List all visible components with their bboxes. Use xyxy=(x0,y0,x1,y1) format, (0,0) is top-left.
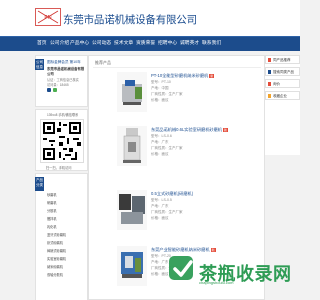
product-model: 型号：LS-0.5 xyxy=(151,198,172,202)
qr-code-icon xyxy=(40,119,84,163)
visit-count: 访问量：18465 xyxy=(47,83,69,87)
category-item[interactable]: 纳米砂磨机 xyxy=(47,264,63,269)
category-item[interactable]: 研磨机 xyxy=(47,200,57,205)
product-price: 价格：面议 xyxy=(151,98,169,102)
right-item[interactable]: 搜索同类产品 xyxy=(265,67,300,76)
product-model: 型号：LS-0.6 xyxy=(151,134,172,138)
product-card[interactable]: 0.5立式砂磨机(研磨机) 型号：LS-0.5 产地：广东 厂商性质：生产厂家 … xyxy=(117,190,261,235)
nav-about[interactable]: 公司介绍 xyxy=(50,37,69,51)
wechat-icon xyxy=(53,88,57,92)
watermark-subtext: chapingshoulu.com xyxy=(199,280,234,285)
right-item[interactable]: 收藏企业 xyxy=(265,91,300,100)
category-item[interactable]: 实验室砂磨机 xyxy=(47,256,66,261)
product-image[interactable] xyxy=(117,72,147,112)
nav-news[interactable]: 公司动态 xyxy=(92,37,111,51)
nav-contact[interactable]: 联系我们 xyxy=(202,37,221,51)
product-image[interactable] xyxy=(117,190,147,230)
company-logo-icon[interactable]: PN xyxy=(35,8,61,26)
product-price: 价格：面议 xyxy=(151,216,169,220)
product-card[interactable]: PT-10全能型砂磨机纳米砂磨机新 型号：PT-10 产地：中国 厂商性质：生产… xyxy=(117,72,261,117)
new-badge: 新 xyxy=(222,128,228,132)
category-item[interactable]: 蓝牙式砂磨机 xyxy=(47,232,66,237)
right-panel: 同产品推荐 搜索同类产品 询价 收藏企业 xyxy=(265,55,300,155)
svg-text:PN: PN xyxy=(44,15,52,21)
star-icon xyxy=(268,94,271,98)
nav-recruit[interactable]: 招聘中心 xyxy=(158,37,177,51)
search-icon xyxy=(268,70,271,74)
product-model: 型号：PT-10 xyxy=(151,80,171,84)
nav-honors[interactable]: 资质荣誉 xyxy=(136,37,155,51)
company-name: 东莞市品诺机械设备有限公司 xyxy=(63,14,197,26)
company-info-box: 公司信息 图标金牌会员 第10年 东莞市品诺机械设备有限 公司 认证：工商信息已… xyxy=(35,55,88,107)
site-header: PN 东莞市品诺机械设备有限公司 xyxy=(0,0,300,36)
right-item[interactable]: 询价 xyxy=(265,79,300,88)
product-price: 价格：面议 xyxy=(151,152,169,156)
right-item[interactable]: 同产品推荐 xyxy=(265,55,300,64)
category-item[interactable]: 乳化机 xyxy=(47,224,57,229)
product-name[interactable]: 0.5立式砂磨机(研磨机) xyxy=(151,191,193,197)
category-item[interactable]: 双轴分散机 xyxy=(47,272,63,277)
sidebar: 公司信息 图标金牌会员 第10年 东莞市品诺机械设备有限 公司 认证：工商信息已… xyxy=(35,55,88,300)
category-item[interactable]: 砂磨机 xyxy=(47,192,57,197)
product-category-tab: 产品分类 xyxy=(35,177,44,191)
product-vendor-type: 厂商性质：生产厂家 xyxy=(151,210,183,214)
product-image[interactable] xyxy=(117,246,147,286)
scan-tip: 扫一扫，手机访问 xyxy=(46,166,72,170)
divider xyxy=(93,67,261,68)
product-vendor-type: 厂商性质：生产厂家 xyxy=(151,92,183,96)
product-name[interactable]: 东莞品诺机械0.6L实验室研磨机砂磨机新 xyxy=(151,127,228,133)
product-card[interactable]: 东莞品诺机械0.6L实验室研磨机砂磨机新 型号：LS-0.6 产地：广东 厂商性… xyxy=(117,126,261,171)
product-origin: 产地：广东 xyxy=(151,204,169,208)
nav-products[interactable]: 产品中心 xyxy=(70,37,89,51)
product-image[interactable] xyxy=(117,126,147,166)
tag-icon xyxy=(268,58,271,62)
product-origin: 产地：中国 xyxy=(151,86,169,90)
category-item[interactable]: 棒销式砂磨机 xyxy=(47,248,66,253)
inquiry-icon xyxy=(268,82,271,86)
product-category-box: 产品分类 砂磨机 研磨机 分散机 搅拌机 乳化机 蓝牙式砂磨机 卧式砂磨机 棒销… xyxy=(35,173,88,300)
new-badge: 新 xyxy=(209,74,215,78)
watermark-logo-icon xyxy=(169,256,193,280)
company-info-tab: 公司信息 xyxy=(35,59,44,70)
nav-home[interactable]: 首页 xyxy=(37,37,47,51)
category-item[interactable]: 卧式砂磨机 xyxy=(47,240,63,245)
company-short-name-cont: 公司 xyxy=(47,72,54,76)
phone-icon xyxy=(47,88,51,92)
category-item[interactable]: 搅拌机 xyxy=(47,216,57,221)
contact-line: 139•••8 手机/微信联系 xyxy=(47,113,79,117)
product-vendor-type: 厂商性质：生产厂家 xyxy=(151,146,183,150)
main-navbar: 首页 公司介绍 产品中心 公司动态 技术文章 资质荣誉 招聘中心 诚聘英才 联系… xyxy=(0,36,300,51)
qr-box: 139•••8 手机/微信联系 扫一扫，手机访问 xyxy=(35,109,88,171)
nav-articles[interactable]: 技术文章 xyxy=(114,37,133,51)
member-level: 图标金牌会员 第10年 xyxy=(47,60,81,64)
watermark: 茶瓶收录网 chapingshoulu.com xyxy=(165,248,300,300)
product-name[interactable]: PT-10全能型砂磨机纳米砂磨机新 xyxy=(151,73,215,79)
nav-jobs[interactable]: 诚聘英才 xyxy=(180,37,199,51)
recommended-tab: 推荐产品 xyxy=(95,60,111,65)
product-origin: 产地：广东 xyxy=(151,140,169,144)
category-item[interactable]: 分散机 xyxy=(47,208,57,213)
